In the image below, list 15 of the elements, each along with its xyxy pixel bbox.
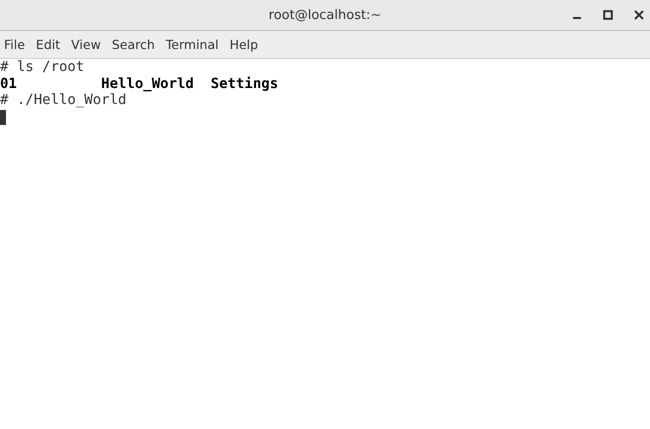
file-name: 01 — [0, 76, 18, 92]
file-name: Settings — [210, 76, 278, 92]
menu-item[interactable]: View — [71, 37, 101, 52]
menu-item[interactable]: Edit — [36, 37, 60, 52]
terminal-line: # ./Hello_World — [0, 92, 126, 108]
maximize-icon[interactable] — [603, 10, 613, 20]
menu-item[interactable]: Terminal — [166, 37, 219, 52]
text-cursor — [0, 110, 6, 124]
close-icon[interactable] — [634, 10, 644, 20]
menu-item[interactable]: Help — [230, 37, 258, 52]
file-name: Hello_World — [101, 76, 195, 92]
menu-item[interactable]: Search — [112, 37, 155, 52]
menu-item[interactable]: File — [4, 37, 25, 52]
terminal-line: # ls /root — [0, 59, 84, 76]
window-title: root@localhost:~ — [268, 8, 382, 22]
